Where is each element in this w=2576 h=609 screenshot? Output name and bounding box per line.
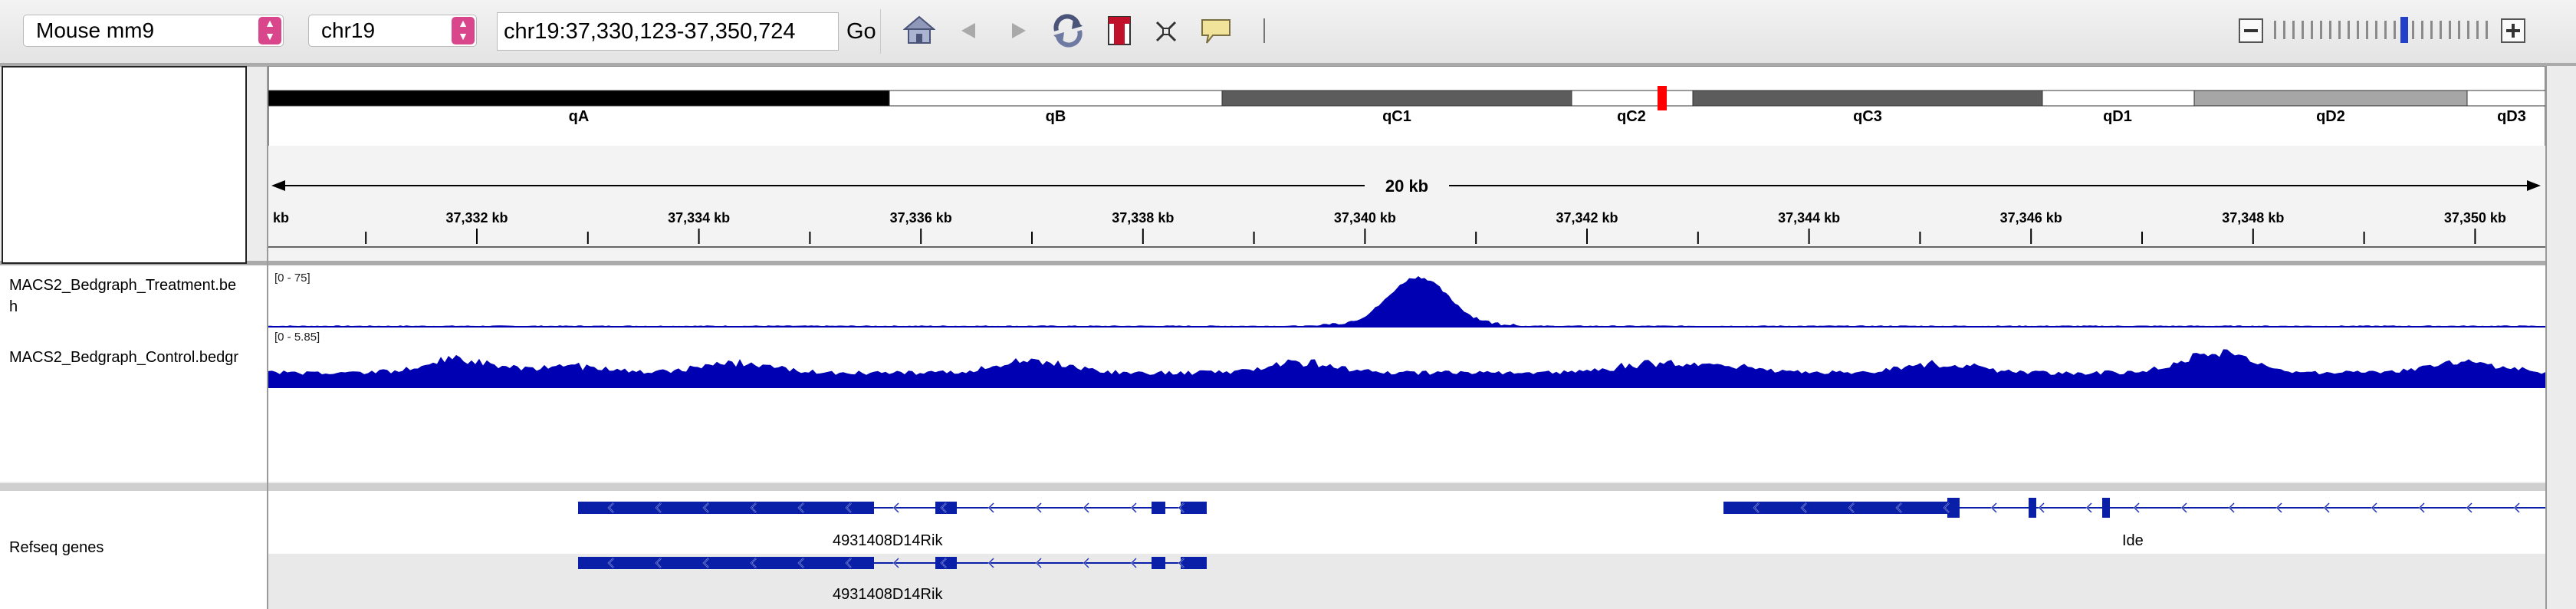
zoom-tick[interactable] xyxy=(2375,21,2377,39)
zoom-tick[interactable] xyxy=(2357,21,2359,39)
gene-Ide xyxy=(1723,498,2545,518)
refresh-icon[interactable] xyxy=(1050,14,1086,48)
toolbar-divider xyxy=(880,9,881,54)
track-name-treatment[interactable]: MACS2_Bedgraph_Treatment.be h xyxy=(9,275,250,318)
track-name-treatment-line1: MACS2_Bedgraph_Treatment.be xyxy=(9,277,237,294)
zoom-out-icon[interactable] xyxy=(2239,18,2263,43)
zoom-tick[interactable] xyxy=(2467,21,2469,39)
popup-info-icon[interactable] xyxy=(1201,18,1231,44)
gene-label: 4931408D14Rik xyxy=(833,532,943,549)
genome-dropdown-value: Mouse mm9 xyxy=(36,18,155,42)
zoom-level-indicator[interactable] xyxy=(2400,17,2408,43)
chromosome-dropdown-value: chr19 xyxy=(321,18,376,42)
zoom-tick[interactable] xyxy=(2458,21,2460,39)
ruler-panel[interactable] xyxy=(268,146,2545,261)
track-name-control[interactable]: MACS2_Bedgraph_Control.bedgr xyxy=(9,347,250,368)
track-name-refseq[interactable]: Refseq genes xyxy=(9,537,250,558)
zoom-tick[interactable] xyxy=(2449,21,2451,39)
name-panel-header xyxy=(2,66,247,264)
home-icon[interactable] xyxy=(903,15,935,46)
zoom-tick[interactable] xyxy=(2274,21,2276,39)
zoom-tick[interactable] xyxy=(2302,21,2304,39)
zoom-tick[interactable] xyxy=(2476,21,2479,39)
panel-divider[interactable] xyxy=(0,483,2576,491)
toolbar-divider xyxy=(1263,18,1265,43)
gene-label: 4931408D14Rik xyxy=(833,586,943,603)
zoom-tick[interactable] xyxy=(2486,21,2488,39)
chevron-updown-icon: ▲ ▼ xyxy=(258,17,281,44)
data-track-names: MACS2_Bedgraph_Treatment.be h MACS2_Bedg… xyxy=(0,265,267,482)
gene-4931408D14Rik-isoform xyxy=(578,557,1207,569)
feature-panel[interactable]: 4931408D14Rik Ide 4931408D14Rik xyxy=(268,491,2545,609)
right-panel-divider xyxy=(2545,66,2547,609)
data-panel[interactable]: [0 - 75] [0 - 5.85] xyxy=(268,265,2545,482)
zoom-tick[interactable] xyxy=(2311,21,2313,39)
zoom-tick[interactable] xyxy=(2421,21,2423,39)
region-of-interest-icon[interactable] xyxy=(1107,15,1132,46)
gene-4931408D14Rik xyxy=(578,502,1207,514)
coverage-plots xyxy=(268,276,2545,388)
chromosome-dropdown[interactable]: chr19 ▲ ▼ xyxy=(308,15,477,47)
zoom-tick[interactable] xyxy=(2430,21,2433,39)
zoom-in-icon[interactable] xyxy=(2501,18,2525,43)
right-scroll-margin xyxy=(2545,66,2576,609)
zoom-tick[interactable] xyxy=(2440,21,2442,39)
resize-to-window-icon[interactable] xyxy=(1155,20,1178,43)
zoom-tick[interactable] xyxy=(2320,21,2322,39)
gene-models xyxy=(578,498,2545,569)
genome-dropdown[interactable]: Mouse mm9 ▲ ▼ xyxy=(23,15,284,47)
gene-label: Ide xyxy=(2122,532,2144,549)
zoom-tick[interactable] xyxy=(2394,21,2396,39)
zoom-tick[interactable] xyxy=(2348,21,2350,39)
toolbar: Mouse mm9 ▲ ▼ chr19 ▲ ▼ chr19:37,330,123-3… xyxy=(0,0,2576,64)
zoom-tick[interactable] xyxy=(2366,21,2368,39)
chevron-updown-icon: ▲ ▼ xyxy=(452,17,475,44)
feature-track-names: Refseq genes xyxy=(0,491,267,609)
track-name-treatment-line2: h xyxy=(9,298,18,315)
zoom-tick[interactable] xyxy=(2283,21,2285,39)
control-coverage-area xyxy=(268,349,2545,388)
zoom-tick[interactable] xyxy=(2338,21,2341,39)
zoom-tick[interactable] xyxy=(2384,21,2387,39)
zoom-tick[interactable] xyxy=(2412,21,2414,39)
treatment-coverage-area xyxy=(268,276,2545,327)
back-arrow-icon[interactable] xyxy=(960,21,977,40)
forward-arrow-icon[interactable] xyxy=(1010,21,1027,40)
zoom-tick[interactable] xyxy=(2329,21,2331,39)
zoom-tick[interactable] xyxy=(2292,21,2295,39)
go-button[interactable]: Go xyxy=(846,17,876,46)
locus-input[interactable]: chr19:37,330,123-37,350,724 xyxy=(497,12,839,51)
name-panel-divider xyxy=(267,66,268,609)
